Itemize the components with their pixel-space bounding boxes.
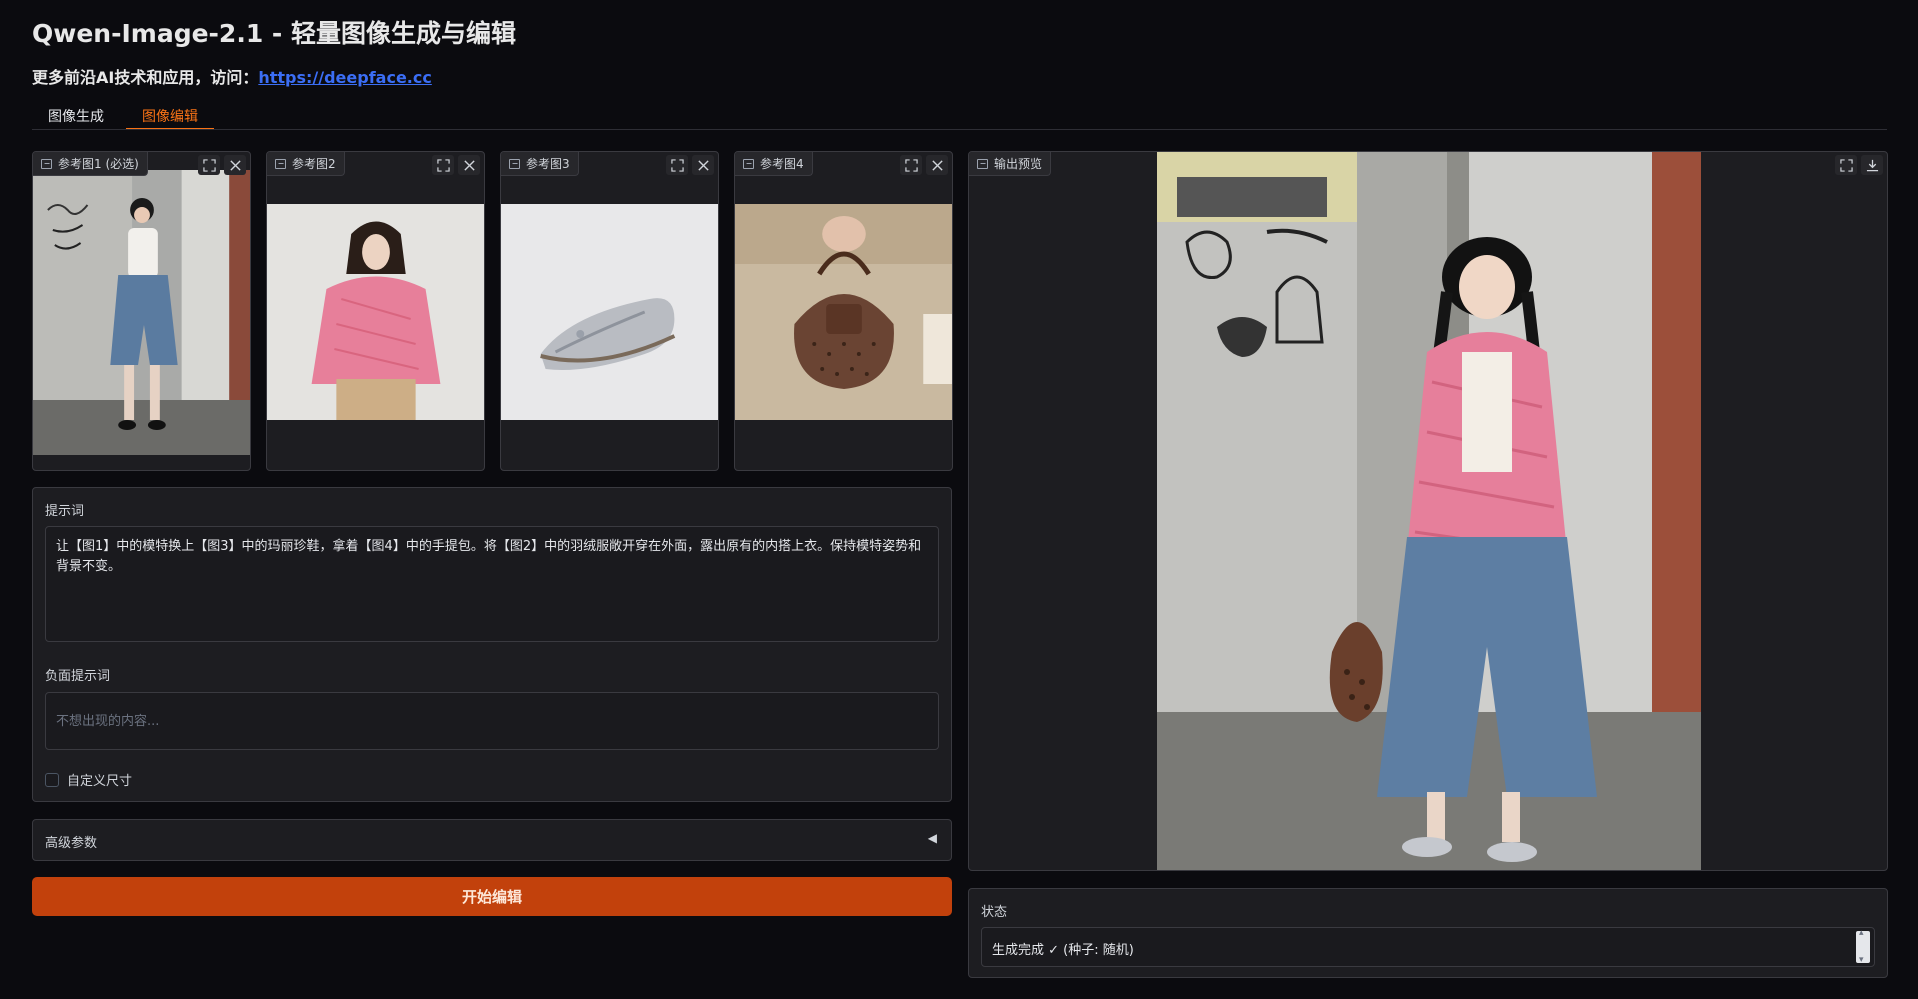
fullscreen-icon[interactable] — [198, 155, 220, 175]
prompt-form: 提示词 负面提示词 自定义尺寸 — [32, 487, 952, 802]
prompt-input[interactable] — [45, 526, 939, 642]
reference-image-1-panel[interactable]: 参考图1 (必选) — [32, 151, 251, 471]
reference-image-1-label: 参考图1 (必选) — [33, 152, 148, 176]
reference-image-4 — [735, 204, 952, 420]
close-icon[interactable] — [692, 155, 714, 175]
status-text: 生成完成 ✓ (种子: 随机) — [992, 943, 1134, 958]
deepface-link[interactable]: https://deepface.cc — [258, 68, 432, 87]
collapse-arrow-icon[interactable]: ◀ — [928, 831, 937, 845]
fullscreen-icon[interactable] — [432, 155, 454, 175]
tab-image-generation[interactable]: 图像生成 — [32, 100, 120, 130]
advanced-params-accordion[interactable]: 高级参数 ◀ — [32, 819, 952, 861]
image-icon — [275, 158, 286, 169]
tab-image-editing[interactable]: 图像编辑 — [126, 100, 214, 130]
custom-size-row[interactable]: 自定义尺寸 — [45, 770, 132, 789]
output-preview-panel: 输出预览 — [968, 151, 1888, 871]
reference-image-1 — [33, 170, 250, 455]
reference-image-3 — [501, 204, 718, 420]
subtitle-text: 更多前沿AI技术和应用，访问： — [32, 68, 259, 87]
status-output: 生成完成 ✓ (种子: 随机) — [981, 927, 1875, 967]
close-icon[interactable] — [926, 155, 948, 175]
fullscreen-icon[interactable] — [900, 155, 922, 175]
fullscreen-icon[interactable] — [666, 155, 688, 175]
custom-size-checkbox[interactable] — [45, 772, 59, 787]
download-icon[interactable] — [1861, 155, 1883, 175]
output-preview-label: 输出预览 — [969, 152, 1052, 176]
negative-prompt-label: 负面提示词 — [45, 669, 111, 684]
close-icon[interactable] — [224, 155, 246, 175]
status-label: 状态 — [981, 905, 1008, 920]
reference-image-3-label: 参考图3 — [501, 152, 579, 176]
image-icon — [977, 158, 988, 169]
image-icon — [743, 158, 754, 169]
page-subtitle: 更多前沿AI技术和应用，访问：https://deepface.cc — [32, 64, 432, 88]
reference-image-4-label: 参考图4 — [735, 152, 813, 176]
reference-image-2-panel[interactable]: 参考图2 — [266, 151, 485, 471]
tab-divider — [32, 129, 1887, 130]
reference-image-2 — [267, 204, 484, 420]
reference-image-2-label: 参考图2 — [267, 152, 345, 176]
status-panel: 状态 生成完成 ✓ (种子: 随机) — [968, 888, 1888, 978]
start-edit-button[interactable]: 开始编辑 — [32, 877, 952, 916]
advanced-params-label: 高级参数 — [45, 836, 98, 851]
output-image — [1157, 152, 1701, 870]
image-icon — [41, 158, 52, 169]
tab-bar: 图像生成 图像编辑 — [32, 100, 214, 130]
negative-prompt-input[interactable] — [45, 692, 939, 750]
close-icon[interactable] — [458, 155, 480, 175]
custom-size-label: 自定义尺寸 — [67, 774, 133, 789]
image-icon — [509, 158, 520, 169]
reference-image-4-panel[interactable]: 参考图4 — [734, 151, 953, 471]
reference-image-3-panel[interactable]: 参考图3 — [500, 151, 719, 471]
prompt-label: 提示词 — [45, 504, 85, 519]
status-scrollbar[interactable] — [1856, 928, 1870, 965]
fullscreen-icon[interactable] — [1835, 155, 1857, 175]
page-title: Qwen-Image-2.1 - 轻量图像生成与编辑 — [32, 19, 516, 48]
